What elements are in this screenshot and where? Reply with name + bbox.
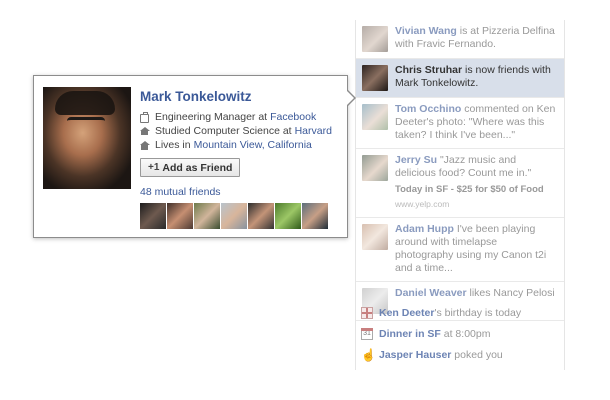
notifications-list: Ken Deeter's birthday is today 31 Dinner… (355, 302, 565, 365)
home-link[interactable]: Mountain View, California (194, 139, 312, 151)
add-friend-label: Add as Friend (162, 161, 233, 174)
avatar[interactable] (362, 224, 388, 250)
story-author[interactable]: Chris Struhar (395, 64, 462, 76)
story-author[interactable]: Tom Occhino (395, 103, 461, 115)
photo-detail (55, 91, 115, 115)
avatar[interactable] (362, 65, 388, 91)
story-author[interactable]: Vivian Wang (395, 25, 457, 37)
story-author[interactable]: Jerry Su (395, 154, 437, 166)
story-text: Tom Occhino commented on Ken Deeter's ph… (395, 103, 558, 142)
poke-icon: ☝ (361, 347, 376, 362)
notification-name[interactable]: Dinner in SF (379, 328, 441, 340)
hovercard-pointer (346, 89, 356, 107)
story-text: Chris Struhar is now friends with Mark T… (395, 64, 558, 91)
work-link[interactable]: Facebook (270, 111, 316, 123)
avatar[interactable] (362, 155, 388, 181)
school-text: Studied Computer Science at (155, 125, 292, 137)
friend-avatar[interactable] (248, 203, 274, 229)
ticker-story[interactable]: Adam Hupp I've been playing around with … (356, 218, 564, 282)
notification-item[interactable]: 31 Dinner in SF at 8:00pm (355, 323, 565, 344)
notification-item[interactable]: ☝ Jasper Hauser poked you (355, 344, 565, 365)
notification-text: at 8:00pm (440, 327, 491, 340)
ticker-story[interactable]: Jerry Su "Jazz music and delicious food?… (356, 149, 564, 218)
add-friend-icon: +1 (148, 162, 160, 173)
notification-name[interactable]: Jasper Hauser (379, 349, 451, 361)
avatar[interactable] (362, 104, 388, 130)
notification-text: poked you (451, 348, 503, 361)
notification-name[interactable]: Ken Deeter (379, 307, 434, 319)
gift-icon (361, 306, 373, 319)
briefcase-icon (140, 111, 149, 123)
photo-detail (67, 117, 105, 127)
mutual-friends-thumbnails (140, 203, 340, 229)
ticker-story[interactable]: Vivian Wang is at Pizzeria Delfina with … (356, 20, 564, 59)
add-friend-button[interactable]: +1 Add as Friend (140, 158, 241, 177)
story-body: likes Nancy Pelosi (466, 287, 555, 299)
friend-avatar[interactable] (167, 203, 193, 229)
home-text: Lives in (155, 139, 191, 151)
notification-item[interactable]: Ken Deeter's birthday is today (355, 302, 565, 323)
profile-info: Mark Tonkelowitz Engineering Manager at F… (140, 89, 340, 229)
profile-hovercard: Mark Tonkelowitz Engineering Manager at F… (33, 75, 356, 238)
story-text: Vivian Wang is at Pizzeria Delfina with … (395, 25, 558, 52)
school-icon (140, 126, 150, 136)
home-icon (140, 140, 150, 150)
story-author[interactable]: Daniel Weaver (395, 287, 467, 299)
notification-text: 's birthday is today (434, 306, 522, 319)
work-text: Engineering Manager at (155, 111, 268, 123)
friend-avatar[interactable] (140, 203, 166, 229)
profile-photo[interactable] (43, 87, 131, 189)
story-author[interactable]: Adam Hupp (395, 223, 454, 235)
ticker-story-active[interactable]: Chris Struhar is now friends with Mark T… (356, 59, 564, 98)
ticker-story[interactable]: Tom Occhino commented on Ken Deeter's ph… (356, 98, 564, 149)
school-link[interactable]: Harvard (295, 125, 332, 137)
avatar[interactable] (362, 26, 388, 52)
story-text: Jerry Su "Jazz music and delicious food?… (395, 154, 558, 211)
calendar-day: 31 (363, 329, 371, 337)
calendar-icon: 31 (361, 327, 373, 340)
friend-avatar[interactable] (275, 203, 301, 229)
home-row: Lives in Mountain View, California (140, 138, 340, 152)
friend-avatar[interactable] (221, 203, 247, 229)
friend-avatar[interactable] (194, 203, 220, 229)
story-attachment-url: www.yelp.com (395, 199, 450, 209)
work-row: Engineering Manager at Facebook (140, 110, 340, 124)
mutual-friends-link[interactable]: 48 mutual friends (140, 186, 340, 198)
story-text: Adam Hupp I've been playing around with … (395, 223, 558, 275)
story-attachment-title[interactable]: Today in SF - $25 for $50 of Food (395, 183, 558, 196)
school-row: Studied Computer Science at Harvard (140, 124, 340, 138)
profile-name[interactable]: Mark Tonkelowitz (140, 89, 340, 104)
friend-avatar[interactable] (302, 203, 328, 229)
